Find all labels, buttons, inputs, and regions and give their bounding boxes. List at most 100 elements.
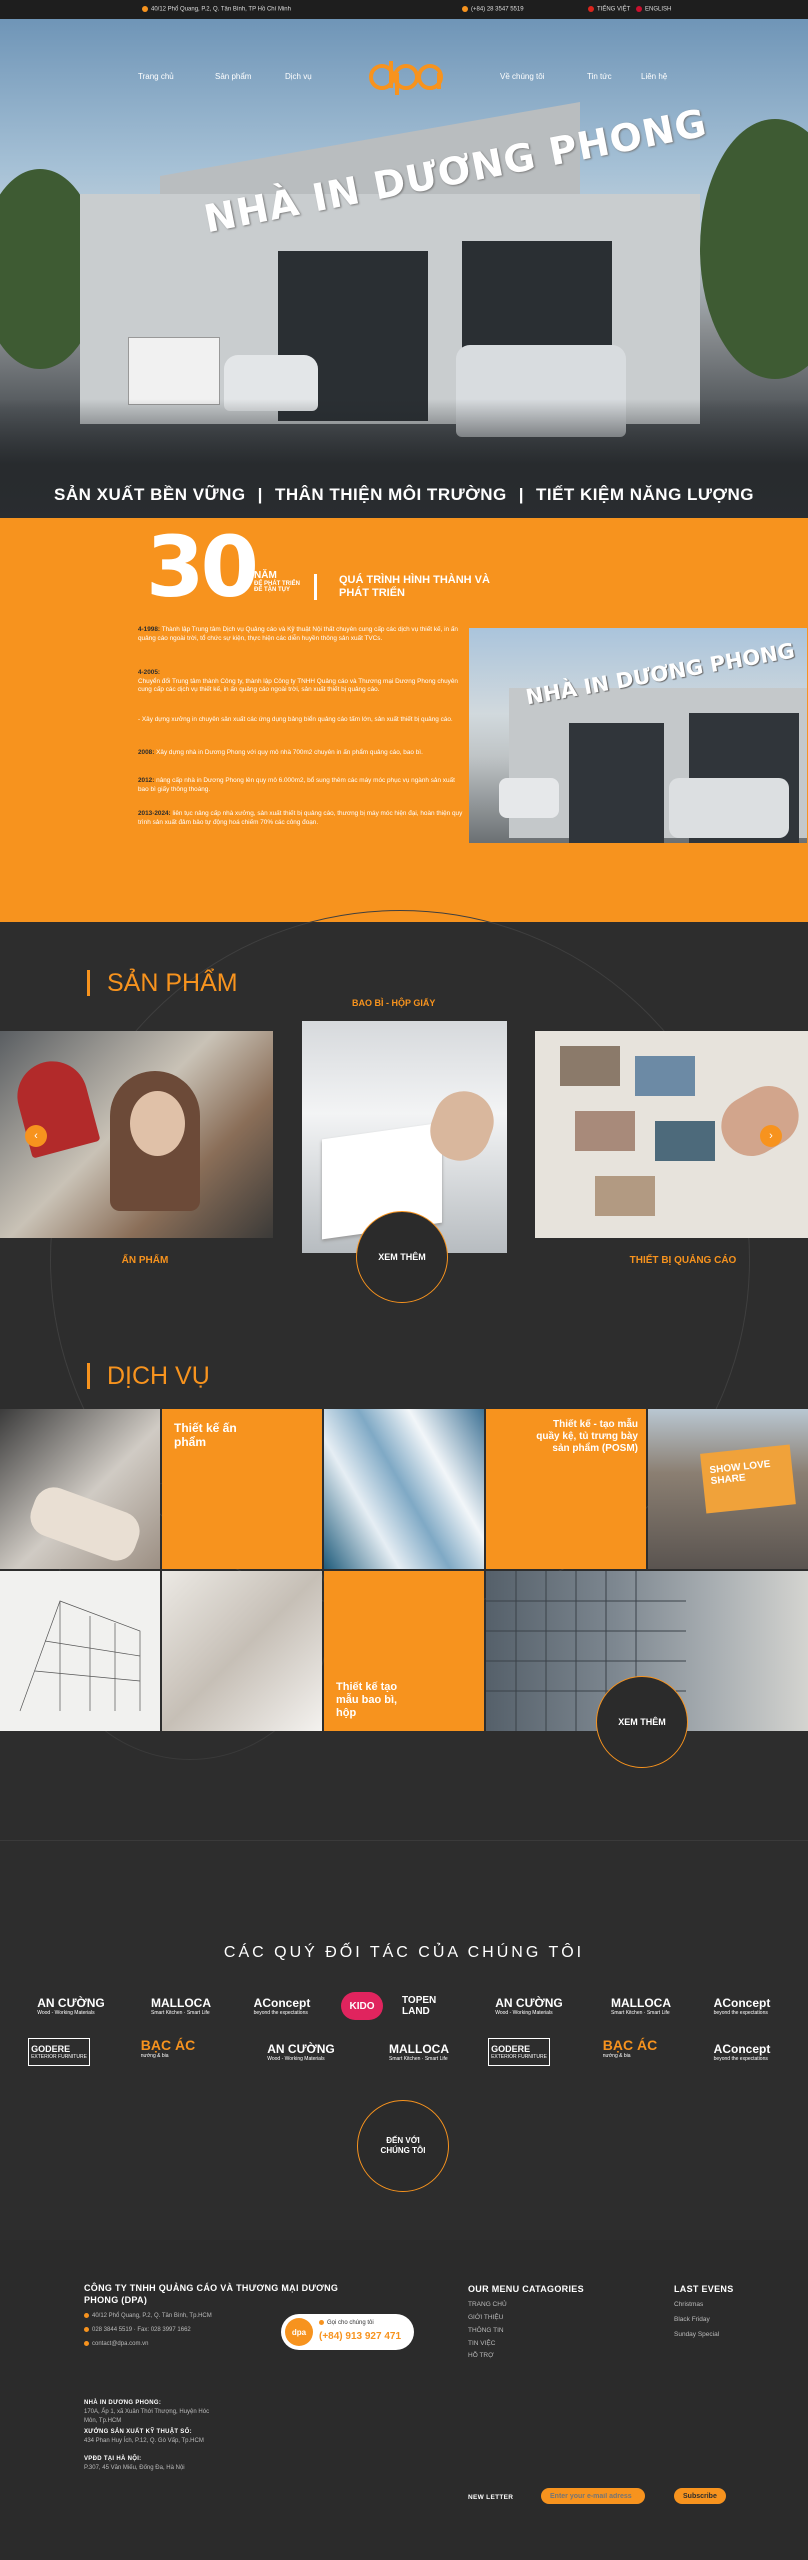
hotline-card[interactable]: dpa Gọi cho chúng tôi (+84) 913 927 471	[281, 2314, 414, 2350]
vietnam-flag-icon	[588, 6, 594, 12]
truck-image	[128, 337, 220, 405]
timeline-item-2: 4-2005: Chuyển đổi Trung tâm thành Công t…	[138, 669, 458, 693]
service-image-stairs	[162, 1571, 322, 1731]
phone-icon	[84, 2326, 89, 2332]
event-sunday[interactable]: Sunday Special	[674, 2331, 719, 2338]
service-image-design	[0, 1409, 160, 1569]
lang-en-link[interactable]: ENGLISH	[636, 6, 671, 13]
hero-banner: NHÀ IN DƯƠNG PHONG Trang chủ Sản phẩm Dị…	[0, 19, 808, 518]
timeline-item-1: 4-1998: Thành lập Trung tâm Dịch vụ Quản…	[138, 626, 458, 642]
lang-vi-link[interactable]: TIẾNG VIỆT	[588, 6, 630, 13]
printhouse-address: 170A, Ấp 1, xã Xuân Thới Thượng, Huyện H…	[84, 2409, 210, 2424]
nav-news[interactable]: Tin tức	[587, 72, 612, 81]
partner-logo-malloca[interactable]: MALLOCA Smart Kitchen · Smart Life	[136, 1992, 226, 2020]
carousel-next-button[interactable]: ›	[760, 1125, 782, 1147]
call-label: Gọi cho chúng tôi	[319, 2320, 374, 2326]
history-title: QUÁ TRÌNH HÌNH THÀNH VÀ PHÁT TRIỂN	[314, 574, 494, 600]
top-phone[interactable]: (+84) 28 3547 5519	[462, 6, 524, 13]
big-30-number: 30	[146, 518, 259, 616]
services-more-button[interactable]: XEM THÊM	[596, 1676, 688, 1768]
subscribe-button[interactable]: Subscribe	[674, 2488, 726, 2504]
newsletter-label: NEW LETTER	[468, 2494, 514, 2501]
products-more-button[interactable]: XEM THÊM	[356, 1211, 448, 1303]
timeline-item-3: - Xây dựng xưởng in chuyên sản xuất các …	[138, 716, 453, 723]
service-image-glass	[324, 1409, 484, 1569]
partner-logo-topenland[interactable]: TOPEN LAND	[402, 1992, 462, 2020]
nav-contact[interactable]: Liên hệ	[641, 72, 667, 81]
nav-products[interactable]: Sản phẩm	[215, 72, 251, 81]
partner-logo-malloca-2[interactable]: MALLOCA Smart Kitchen · Smart Life	[596, 1992, 686, 2020]
tag-energy: TIẾT KIỆM NĂNG LƯỢNG	[535, 485, 755, 504]
service-image-street: SHOW LOVE SHARE	[648, 1409, 808, 1569]
partner-logo-aconcept-2[interactable]: AConcept beyond the expectations	[704, 1992, 780, 2020]
partner-logo-bacac-2[interactable]: BẠC ÁC nướng & bia	[598, 2034, 662, 2062]
factory-photo: NHÀ IN DƯƠNG PHONG	[469, 628, 807, 843]
partner-logo-bacac[interactable]: BẠC ÁC nướng & bia	[136, 2034, 200, 2062]
menu-title: OUR MENU CATAGORIES	[468, 2284, 584, 2294]
event-black-friday[interactable]: Black Friday	[674, 2316, 710, 2323]
uk-flag-icon	[636, 6, 642, 12]
partner-logo-malloca-3[interactable]: MALLOCA Smart Kitchen · Smart Life	[374, 2038, 464, 2066]
menu-link-support[interactable]: HỖ TRỢ	[468, 2352, 494, 2359]
menu-link-info[interactable]: THÔNG TIN	[468, 2327, 504, 2334]
carousel-prev-button[interactable]: ‹	[25, 1125, 47, 1147]
hotline-number: (+84) 913 927 471	[319, 2331, 402, 2342]
top-address: 40/12 Phổ Quang, P.2, Q. Tân Bình, TP Hồ…	[142, 6, 291, 13]
products-category-link[interactable]: BAO BÌ - HỘP GIẤY	[352, 998, 435, 1008]
mail-icon	[84, 2340, 89, 2346]
workshop-address: 434 Phan Huy Ích, P.12, Q. Gò Vấp, Tp.HC…	[84, 2438, 204, 2444]
come-to-us-button[interactable]: ĐẾN VỚI CHÚNG TÔI	[357, 2100, 449, 2192]
location-icon	[142, 6, 148, 12]
timeline-item-5: 2012: nâng cấp nhà in Dương Phong lên qu…	[138, 777, 455, 793]
nav-services[interactable]: Dịch vụ	[285, 72, 312, 81]
timeline-item-4: 2008: Xây dựng nhà in Dương Phong với qu…	[138, 749, 423, 756]
years-label: NĂM ĐỂ PHÁT TRIỂN ĐỂ TẬN TỤY	[254, 570, 301, 593]
product-label-display[interactable]: THIẾT BỊ QUẢNG CÁO	[613, 1255, 753, 1266]
footer-company-name: CÔNG TY TNHH QUẢNG CÁO VÀ THƯƠNG MẠI DƯƠ…	[84, 2283, 339, 2305]
partner-logo-ancuong-3[interactable]: AN CƯỜNG Wood - Working Materials	[256, 2038, 346, 2066]
dpa-logo[interactable]	[368, 59, 444, 95]
footer-email[interactable]: contact@dpa.com.vn	[84, 2340, 148, 2349]
tree-right	[700, 119, 808, 379]
events-title: LAST EVENS	[674, 2284, 734, 2294]
top-bar: 40/12 Phổ Quang, P.2, Q. Tân Bình, TP Hồ…	[0, 0, 808, 19]
newsletter-email-input[interactable]	[541, 2488, 645, 2504]
menu-link-about[interactable]: GIỚI THIỆU	[468, 2314, 503, 2321]
product-label-print[interactable]: ẤN PHẨM	[95, 1255, 195, 1266]
hanoi-title: VPĐD TẠI HÀ NỘI:	[84, 2456, 142, 2462]
partner-logo-ancuong-2[interactable]: AN CƯỜNG Wood - Working Materials	[484, 1992, 574, 2020]
products-title: SẢN PHẨM	[87, 970, 238, 996]
tag-sustainable: SẢN XUẤT BỀN VỮNG	[53, 485, 246, 504]
footer-address: 40/12 Phổ Quang, P.2, Q. Tân Bình, Tp.HC…	[84, 2312, 212, 2321]
partner-logo-godere[interactable]: GODERE EXTERIOR FURNITURE	[28, 2038, 90, 2066]
hanoi-address: P.307, 45 Văn Miếu, Đống Đa, Hà Nội	[84, 2465, 185, 2471]
hero-tagline: SẢN XUẤT BỀN VỮNG | THÂN THIỆN MÔI TRƯỜNG |…	[53, 485, 755, 504]
partner-logo-aconcept-3[interactable]: AConcept beyond the expectations	[704, 2038, 780, 2066]
partner-logo-kido[interactable]: KIDO	[341, 1992, 383, 2020]
printhouse-title: NHÀ IN DƯƠNG PHONG:	[84, 2400, 162, 2406]
nav-about[interactable]: Về chúng tôi	[500, 72, 544, 81]
dpa-small-logo: dpa	[285, 2318, 313, 2346]
partner-logo-godere-2[interactable]: GODERE EXTERIOR FURNITURE	[488, 2038, 550, 2066]
service-tile-posm[interactable]: Thiết kế - tạo mẫu quầy kệ, tủ trưng bày…	[486, 1409, 646, 1569]
nav-home[interactable]: Trang chủ	[138, 72, 174, 81]
service-image-sketch	[0, 1571, 160, 1731]
workshop-title: XƯỞNG SẢN XUẤT KỸ THUẬT SỐ:	[84, 2429, 192, 2435]
services-title: DỊCH VỤ	[87, 1363, 210, 1389]
phone-icon	[319, 2320, 324, 2325]
footer-phone[interactable]: 028 3844 5519 · Fax: 028 3997 1662	[84, 2326, 191, 2335]
event-christmas[interactable]: Christmas	[674, 2301, 703, 2308]
location-icon	[84, 2312, 89, 2318]
page: 40/12 Phổ Quang, P.2, Q. Tân Bình, TP Hồ…	[0, 0, 808, 2560]
service-tile-packaging[interactable]: Thiết kế tạo mẫu bao bì, hộp	[324, 1571, 484, 1731]
partners-title: CÁC QUÝ ĐỐI TÁC CỦA CHÚNG TÔI	[223, 1944, 585, 1961]
years-sub-2: ĐỂ TẬN TỤY	[254, 587, 290, 593]
partner-logo-ancuong[interactable]: AN CƯỜNG Wood - Working Materials	[26, 1992, 116, 2020]
menu-link-home[interactable]: TRANG CHỦ	[468, 2301, 507, 2308]
service-tile-print-design[interactable]: Thiết kế ấn phẩm	[162, 1409, 322, 1569]
partner-logo-aconcept[interactable]: AConcept beyond the expectations	[244, 1992, 320, 2020]
phone-icon	[462, 6, 468, 12]
tag-eco: THÂN THIỆN MÔI TRƯỜNG	[274, 485, 507, 504]
menu-link-jobs[interactable]: TIN VIỆC	[468, 2340, 495, 2347]
timeline-item-6: 2013-2024: liên tục nâng cấp nhà xưởng, …	[138, 810, 463, 826]
